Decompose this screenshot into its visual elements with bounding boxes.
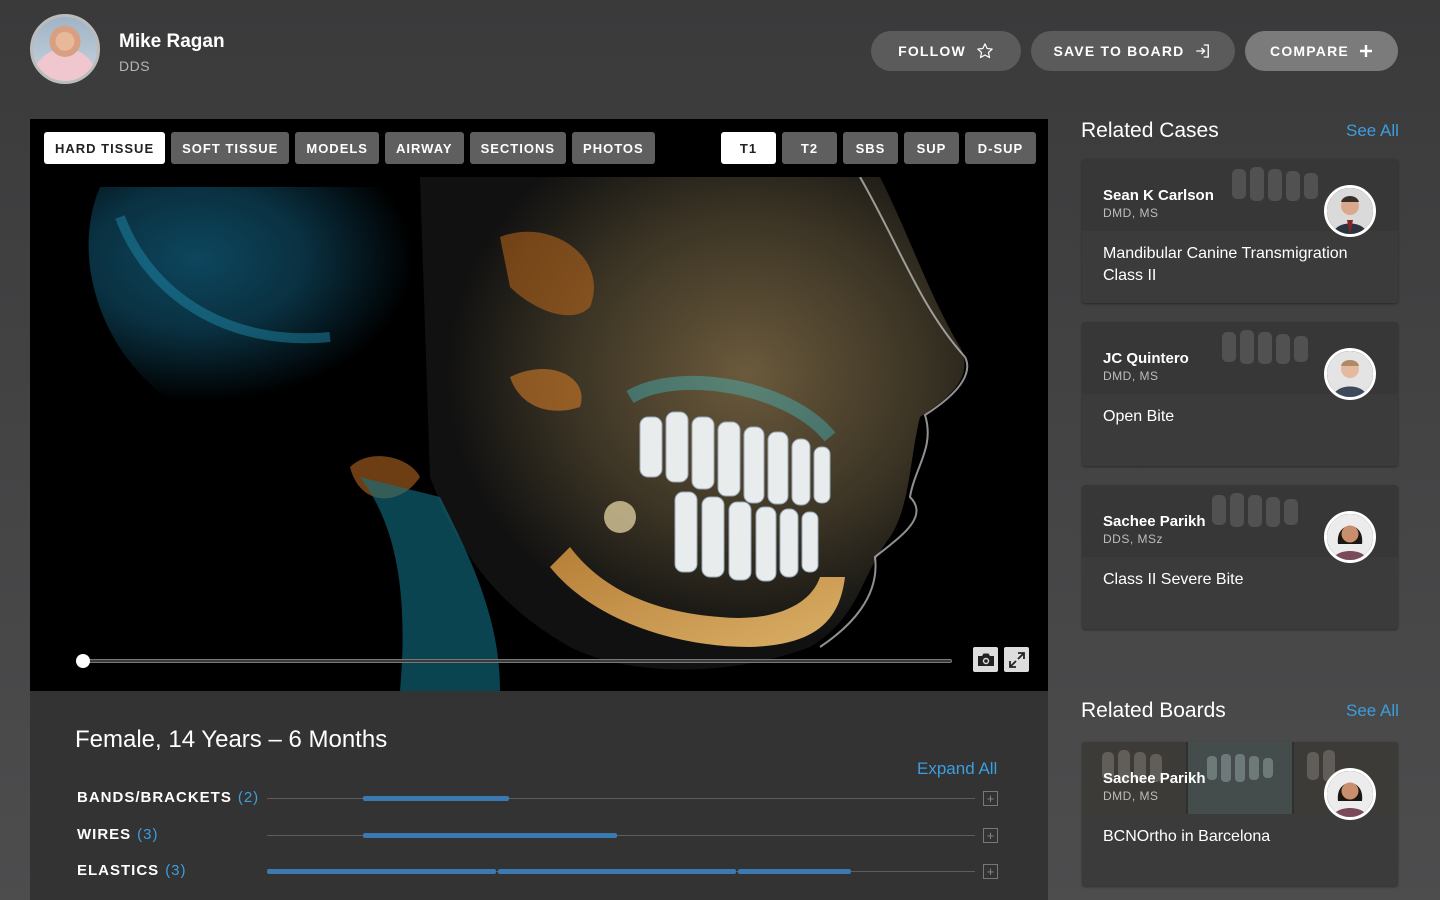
case-details-panel: Female, 14 Years – 6 Months Expand All B…: [30, 691, 1048, 900]
follow-label: FOLLOW: [898, 43, 966, 59]
expand-row-icon[interactable]: +: [983, 828, 998, 843]
user-credential: DDS: [119, 58, 151, 74]
tab-t1[interactable]: T1: [721, 132, 776, 164]
compare-label: COMPARE: [1270, 43, 1349, 59]
related-cases-heading: Related Cases: [1081, 119, 1219, 142]
doctor-avatar: [1324, 511, 1376, 563]
related-cases-see-all-link[interactable]: See All: [1346, 121, 1399, 141]
sign-in-icon: [1194, 42, 1212, 60]
compare-button[interactable]: COMPARE: [1245, 31, 1398, 71]
related-case-card[interactable]: Sean K Carlson DMD, MS Mandibular Canine…: [1082, 159, 1398, 303]
treatment-label: BANDS/BRACKETS: [77, 789, 232, 806]
expand-row-icon[interactable]: +: [983, 791, 998, 806]
board-title: BCNOrtho in Barcelona: [1103, 828, 1271, 845]
doctor-avatar: [1324, 348, 1376, 400]
doctor-name: Sean K Carlson: [1103, 187, 1214, 204]
save-to-board-button[interactable]: SAVE TO BOARD: [1031, 31, 1235, 71]
user-name[interactable]: Mike Ragan: [119, 31, 225, 53]
doctor-credential: DMD, MS: [1103, 789, 1159, 803]
doctor-credential: DDS, MSz: [1103, 532, 1164, 546]
time-tabs: T1 T2 SBS SUP D-SUP: [721, 132, 1036, 164]
doctor-credential: DMD, MS: [1103, 369, 1159, 383]
plus-icon: [1359, 44, 1373, 58]
treatment-bar: [363, 833, 617, 838]
treatment-bar: [363, 796, 509, 801]
profile-avatar[interactable]: [30, 14, 100, 84]
tab-d-sup[interactable]: D-SUP: [965, 132, 1036, 164]
treatment-label: WIRES: [77, 826, 132, 843]
follow-button[interactable]: FOLLOW: [871, 31, 1021, 71]
related-boards-see-all-link[interactable]: See All: [1346, 701, 1399, 721]
tab-hard-tissue[interactable]: HARD TISSUE: [44, 132, 166, 164]
fullscreen-icon[interactable]: [1004, 647, 1029, 672]
related-boards-heading: Related Boards: [1081, 699, 1226, 722]
tab-soft-tissue[interactable]: SOFT TISSUE: [171, 132, 290, 164]
timeline-slider-track[interactable]: [82, 659, 952, 663]
doctor-credential: DMD, MS: [1103, 206, 1159, 220]
treatment-count: (2): [237, 789, 260, 806]
doctor-name: Sachee Parikh: [1103, 513, 1206, 530]
scan-viewer[interactable]: HARD TISSUE SOFT TISSUE MODELS AIRWAY SE…: [30, 119, 1048, 691]
treatment-row-elastics[interactable]: ELASTICS (3) +: [77, 862, 1002, 882]
treatment-count: (3): [165, 862, 187, 879]
timeline-slider-handle[interactable]: [76, 654, 90, 668]
tab-airway[interactable]: AIRWAY: [384, 132, 464, 164]
tab-sup[interactable]: SUP: [904, 132, 959, 164]
tab-photos[interactable]: PHOTOS: [572, 132, 655, 164]
doctor-name: Sachee Parikh: [1103, 770, 1206, 787]
treatment-count: (3): [137, 826, 159, 843]
case-title: Class II Severe Bite: [1103, 571, 1244, 588]
tab-sbs[interactable]: SBS: [843, 132, 898, 164]
case-title: Mandibular Canine Transmigration Class I…: [1103, 245, 1348, 284]
treatment-bar: [498, 869, 736, 874]
case-title: Open Bite: [1103, 408, 1175, 425]
treatment-bar: [738, 869, 851, 874]
doctor-avatar: [1324, 185, 1376, 237]
tissue-tabs: HARD TISSUE SOFT TISSUE MODELS AIRWAY SE…: [44, 132, 655, 164]
cbct-scan-image[interactable]: [30, 177, 1048, 691]
related-case-card[interactable]: JC Quintero DMD, MS Open Bite: [1082, 322, 1398, 466]
treatment-label: ELASTICS: [77, 862, 160, 879]
treatment-bar: [267, 869, 496, 874]
save-to-board-label: SAVE TO BOARD: [1053, 43, 1185, 59]
related-case-card[interactable]: Sachee Parikh DDS, MSz Class II Severe B…: [1082, 485, 1398, 629]
tab-sections[interactable]: SECTIONS: [469, 132, 567, 164]
doctor-name: JC Quintero: [1103, 350, 1189, 367]
patient-info: Female, 14 Years – 6 Months: [75, 726, 388, 753]
expand-row-icon[interactable]: +: [983, 864, 998, 879]
camera-icon[interactable]: [973, 647, 998, 672]
doctor-avatar: [1324, 768, 1376, 820]
tab-t2[interactable]: T2: [782, 132, 837, 164]
tab-models[interactable]: MODELS: [295, 132, 379, 164]
treatment-row-bands-brackets[interactable]: BANDS/BRACKETS (2) +: [77, 789, 1002, 809]
related-board-card[interactable]: Sachee Parikh DMD, MS BCNOrtho in Barcel…: [1082, 742, 1398, 886]
expand-all-link[interactable]: Expand All: [917, 759, 997, 779]
star-icon: [976, 42, 994, 60]
treatment-row-wires[interactable]: WIRES (3) +: [77, 826, 1002, 846]
